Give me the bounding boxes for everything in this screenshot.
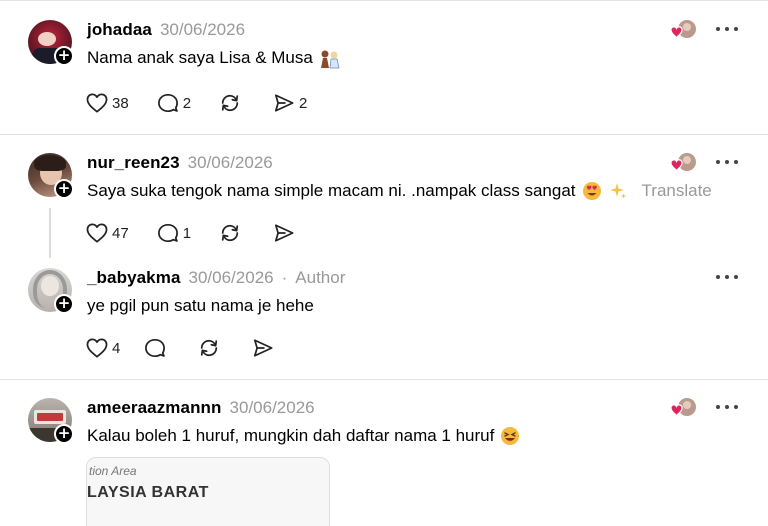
like-button[interactable]: 4 bbox=[86, 338, 120, 358]
heart-icon bbox=[86, 93, 108, 113]
post-divider bbox=[0, 134, 768, 135]
repost-button[interactable] bbox=[219, 223, 245, 243]
post-text: Kalau boleh 1 huruf, mungkin dah daftar … bbox=[87, 426, 495, 445]
follow-plus-icon[interactable]: + bbox=[54, 424, 74, 444]
reply-count: 1 bbox=[182, 224, 192, 242]
more-icon[interactable] bbox=[716, 158, 738, 166]
liker-avatars bbox=[668, 397, 698, 419]
avatar[interactable]: + bbox=[28, 153, 74, 199]
follow-plus-icon[interactable]: + bbox=[54, 46, 74, 66]
post-date: 30/06/2026 bbox=[187, 153, 273, 172]
comment-icon bbox=[157, 93, 178, 113]
heart-icon bbox=[86, 338, 108, 358]
share-icon bbox=[274, 224, 294, 242]
username[interactable]: nur_reen23 bbox=[87, 153, 180, 173]
post-date: 30/06/2026 bbox=[159, 20, 246, 39]
post-text: Nama anak saya Lisa & Musa bbox=[87, 48, 313, 67]
username[interactable]: johadaa bbox=[87, 20, 152, 40]
follow-plus-icon[interactable]: + bbox=[54, 294, 74, 314]
reply-button[interactable]: 2 bbox=[157, 93, 191, 113]
post-text: ye pgil pun satu nama je hehe bbox=[87, 296, 314, 315]
image-caption-text: tion Area bbox=[89, 464, 137, 478]
repost-button[interactable] bbox=[219, 93, 245, 113]
family-emoji-icon bbox=[319, 48, 340, 69]
post-date: 30/06/2026 bbox=[229, 398, 315, 417]
top-divider bbox=[0, 0, 768, 1]
like-button[interactable]: 47 bbox=[86, 223, 129, 243]
share-button[interactable] bbox=[252, 338, 278, 358]
username[interactable]: _babyakma bbox=[87, 268, 181, 288]
like-count: 47 bbox=[112, 224, 129, 242]
share-icon bbox=[274, 94, 294, 112]
post-image[interactable]: tion Area LAYSIA BARAT bbox=[86, 457, 330, 526]
post-divider bbox=[0, 379, 768, 380]
like-count: 4 bbox=[112, 339, 121, 357]
reply-count: 2 bbox=[182, 94, 192, 112]
repost-icon bbox=[201, 339, 218, 357]
share-icon bbox=[254, 339, 273, 357]
avatar[interactable]: + bbox=[28, 268, 74, 314]
post-text: Saya suka tengok nama simple macam ni. .… bbox=[87, 181, 576, 200]
share-button[interactable]: 2 bbox=[273, 93, 307, 113]
liker-avatars bbox=[668, 19, 698, 41]
liker-avatars bbox=[668, 152, 698, 174]
heart-eyes-emoji-icon bbox=[582, 181, 602, 201]
more-icon[interactable] bbox=[716, 403, 738, 411]
more-icon[interactable] bbox=[716, 25, 738, 33]
image-heading-text: LAYSIA BARAT bbox=[87, 484, 209, 501]
repost-button[interactable] bbox=[198, 338, 224, 358]
heart-icon bbox=[86, 223, 108, 243]
author-tag: Author bbox=[295, 268, 346, 287]
repost-icon bbox=[221, 224, 239, 242]
more-icon[interactable] bbox=[716, 273, 738, 281]
avatar[interactable]: + bbox=[28, 20, 74, 66]
follow-plus-icon[interactable]: + bbox=[54, 179, 74, 199]
reply-button[interactable] bbox=[144, 338, 170, 358]
laughing-emoji-icon bbox=[500, 426, 520, 446]
share-count: 2 bbox=[299, 94, 308, 112]
share-button[interactable] bbox=[273, 223, 299, 243]
comment-icon bbox=[157, 223, 178, 243]
like-count: 38 bbox=[112, 94, 129, 112]
thread-line bbox=[49, 208, 51, 258]
like-button[interactable]: 38 bbox=[86, 93, 129, 113]
translate-link[interactable]: Translate bbox=[642, 181, 712, 201]
username[interactable]: ameeraazmannn bbox=[87, 398, 222, 418]
sparkles-emoji-icon bbox=[608, 181, 628, 201]
reply-button[interactable]: 1 bbox=[157, 223, 191, 243]
repost-icon bbox=[221, 94, 239, 112]
post-date: 30/06/2026 bbox=[188, 268, 274, 287]
comment-icon bbox=[145, 338, 166, 358]
separator-dot: · bbox=[281, 268, 288, 287]
avatar[interactable]: + bbox=[28, 398, 74, 444]
